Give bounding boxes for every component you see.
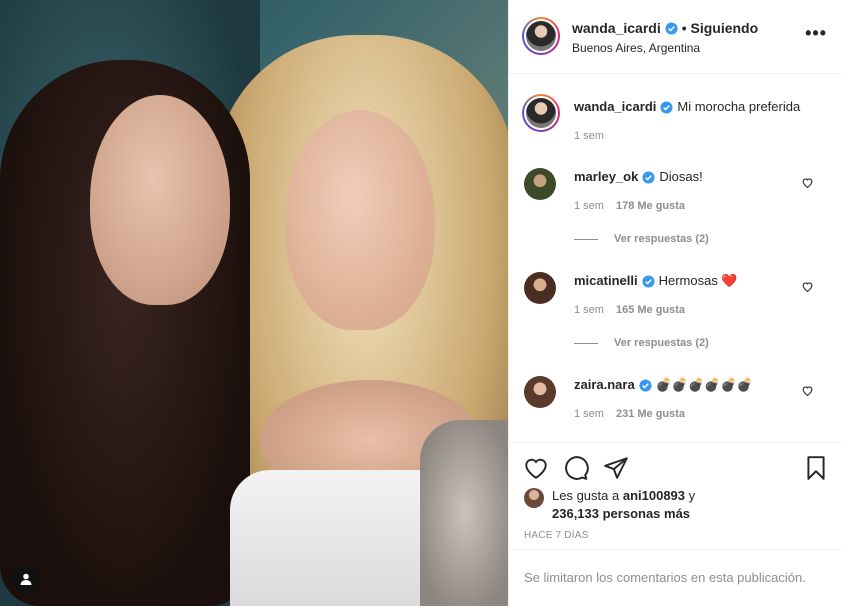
comment-avatar[interactable]	[524, 272, 556, 304]
post-side-panel: wanda_icardi • Siguiendo Buenos Aires, A…	[508, 0, 841, 606]
verified-icon	[660, 100, 673, 114]
liker-avatar[interactable]	[524, 488, 544, 508]
like-heart-icon[interactable]	[523, 455, 549, 481]
share-send-icon[interactable]	[603, 455, 629, 481]
verified-icon	[665, 21, 678, 35]
comment-body: Diosas!	[659, 169, 703, 184]
comment-body: 💣💣💣💣💣💣	[655, 377, 753, 392]
likes-prefix: Les gusta a	[552, 488, 620, 503]
caption-username[interactable]: wanda_icardi	[574, 98, 656, 116]
post-location[interactable]: Buenos Aires, Argentina	[572, 41, 700, 55]
action-bar	[509, 442, 841, 494]
view-replies-label[interactable]: Ver respuestas (2)	[614, 337, 709, 349]
author-avatar[interactable]	[522, 17, 560, 55]
like-comment-heart-icon[interactable]	[801, 176, 814, 189]
photo-face-left	[90, 95, 230, 305]
comment-avatar[interactable]	[524, 168, 556, 200]
view-replies-button[interactable]: Ver respuestas (2)	[574, 233, 709, 245]
comment-body: Hermosas ❤️	[658, 273, 738, 288]
replies-line	[574, 238, 598, 240]
likes-suffix: y	[688, 488, 696, 503]
comment-text: zaira.nara 💣💣💣💣💣💣	[574, 376, 753, 394]
comment-meta: 1 sem 231 Me gusta	[574, 408, 685, 420]
more-options-button[interactable]: •••	[805, 24, 827, 42]
comment-time[interactable]: 1 sem	[574, 408, 604, 420]
author-username[interactable]: wanda_icardi	[572, 20, 661, 36]
verified-icon	[639, 378, 652, 392]
caption-body: Mi morocha preferida	[677, 99, 801, 114]
likes-line-1: Les gusta a ani100893 y	[552, 488, 695, 503]
comment-likes[interactable]: 165 Me gusta	[616, 304, 685, 316]
photo-face-right	[285, 110, 435, 330]
comment-time[interactable]: 1 sem	[574, 200, 604, 212]
post-timestamp[interactable]: HACE 7 DÍAS	[524, 530, 588, 541]
caption-text: wanda_icardi Mi morocha preferida	[574, 98, 800, 116]
view-replies-button[interactable]: Ver respuestas (2)	[574, 337, 709, 349]
likes-count[interactable]: 236,133 personas más	[552, 506, 690, 521]
photo-fur	[420, 420, 508, 606]
view-replies-label[interactable]: Ver respuestas (2)	[614, 233, 709, 245]
caption-meta: 1 sem	[574, 130, 604, 142]
verified-icon	[642, 170, 655, 184]
comments-list: wanda_icardi Mi morocha preferida 1 sem …	[509, 74, 841, 442]
save-bookmark-icon[interactable]	[803, 455, 829, 481]
comment-text: marley_ok Diosas!	[574, 168, 703, 186]
comment-likes[interactable]: 178 Me gusta	[616, 200, 685, 212]
like-comment-heart-icon[interactable]	[801, 280, 814, 293]
following-status[interactable]: • Siguiendo	[682, 20, 758, 36]
comment-meta: 1 sem 178 Me gusta	[574, 200, 685, 212]
comment-username[interactable]: zaira.nara	[574, 376, 635, 394]
instagram-post: wanda_icardi • Siguiendo Buenos Aires, A…	[0, 0, 841, 606]
comment-meta: 1 sem 165 Me gusta	[574, 304, 685, 316]
verified-icon	[642, 274, 655, 288]
comment-text: micatinelli Hermosas ❤️	[574, 272, 738, 290]
post-header: wanda_icardi • Siguiendo Buenos Aires, A…	[509, 0, 841, 74]
tagged-users-icon[interactable]	[12, 565, 40, 593]
post-photo[interactable]	[0, 0, 508, 606]
comments-limited-notice: Se limitaron los comentarios en esta pub…	[509, 549, 841, 606]
replies-line	[574, 342, 598, 344]
comment-time[interactable]: 1 sem	[574, 304, 604, 316]
comment-bubble-icon[interactable]	[563, 455, 589, 481]
like-comment-heart-icon[interactable]	[801, 384, 814, 397]
author-line: wanda_icardi • Siguiendo	[572, 20, 758, 36]
caption-avatar[interactable]	[522, 94, 560, 132]
comment-avatar[interactable]	[524, 376, 556, 408]
comment-username[interactable]: micatinelli	[574, 272, 638, 290]
comment-username[interactable]: marley_ok	[574, 168, 638, 186]
caption-time[interactable]: 1 sem	[574, 130, 604, 142]
comment-likes[interactable]: 231 Me gusta	[616, 408, 685, 420]
liker-username[interactable]: ani100893	[623, 488, 685, 503]
